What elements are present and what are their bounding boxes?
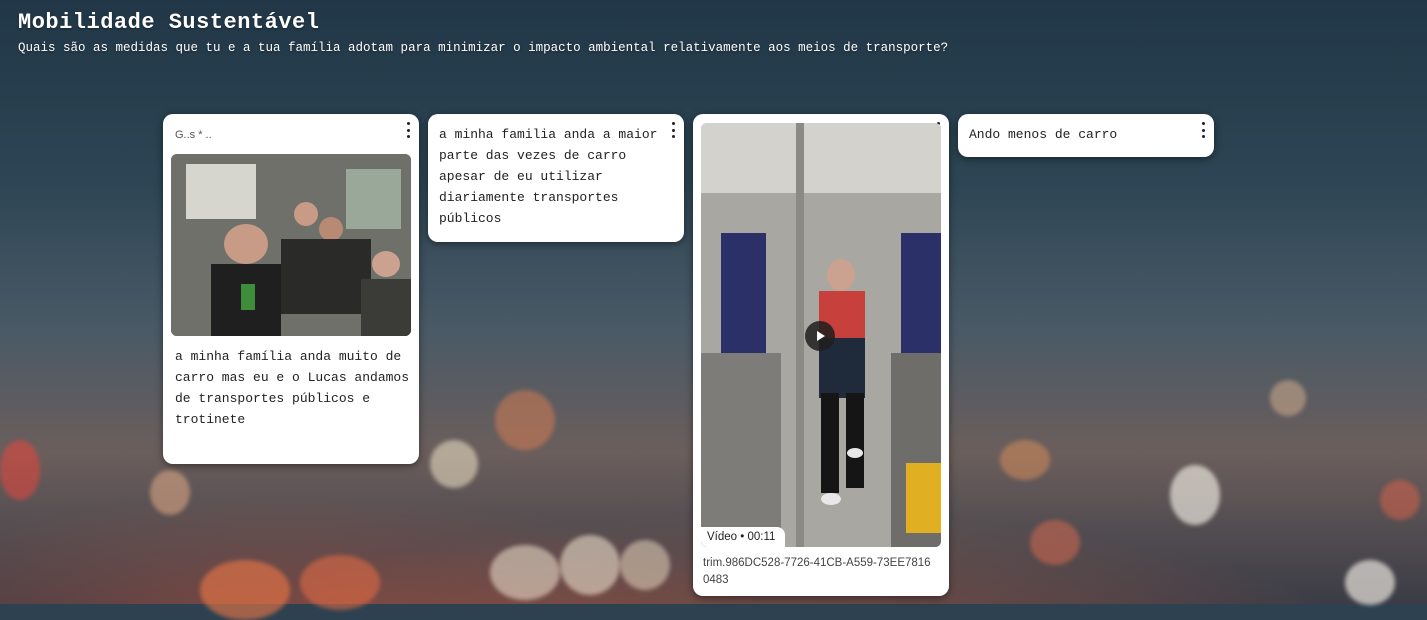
post-card[interactable]: G..s * .. a minha família anda muito de … <box>163 114 419 464</box>
kebab-menu-icon[interactable] <box>1198 122 1208 138</box>
bokeh-light <box>1000 440 1050 480</box>
bokeh-light <box>1170 465 1220 525</box>
post-author: G..s * .. <box>175 129 212 141</box>
bokeh-light <box>1030 520 1080 565</box>
bokeh-light <box>430 440 478 488</box>
video-duration-badge: Vídeo • 00:11 <box>701 527 786 547</box>
bokeh-light <box>495 390 555 450</box>
board-subtitle: Quais são as medidas que tu e a tua famí… <box>18 41 949 55</box>
bokeh-light <box>560 535 620 595</box>
post-card[interactable]: Vídeo • 00:11 trim.986DC528-7726-41CB-A5… <box>693 114 949 596</box>
attachment-filename[interactable]: trim.986DC528-7726-41CB-A559-73EE7816048… <box>703 555 933 589</box>
post-video[interactable]: Vídeo • 00:11 <box>701 123 941 547</box>
post-text: Ando menos de carro <box>969 127 1118 142</box>
bokeh-light <box>0 440 40 500</box>
post-text: a minha família anda muito de carro mas … <box>175 349 410 427</box>
post-text: a minha familia anda a maior parte das v… <box>439 127 658 226</box>
board-header: Mobilidade Sustentável Quais são as medi… <box>18 10 1427 55</box>
kebab-menu-icon[interactable] <box>403 122 413 138</box>
bokeh-light <box>1345 560 1395 605</box>
board-title: Mobilidade Sustentável <box>18 10 320 35</box>
bokeh-light <box>1270 380 1306 416</box>
photo-group-on-train <box>171 154 411 336</box>
bokeh-light <box>490 545 560 600</box>
play-icon[interactable] <box>805 321 835 351</box>
bokeh-light <box>300 555 380 610</box>
bokeh-light <box>200 560 290 620</box>
post-card[interactable]: Ando menos de carro <box>958 114 1214 157</box>
bokeh-light <box>620 540 670 590</box>
post-card[interactable]: a minha familia anda a maior parte das v… <box>428 114 684 242</box>
post-photo[interactable] <box>171 154 411 336</box>
bokeh-light <box>150 470 190 515</box>
bokeh-light <box>1380 480 1420 520</box>
